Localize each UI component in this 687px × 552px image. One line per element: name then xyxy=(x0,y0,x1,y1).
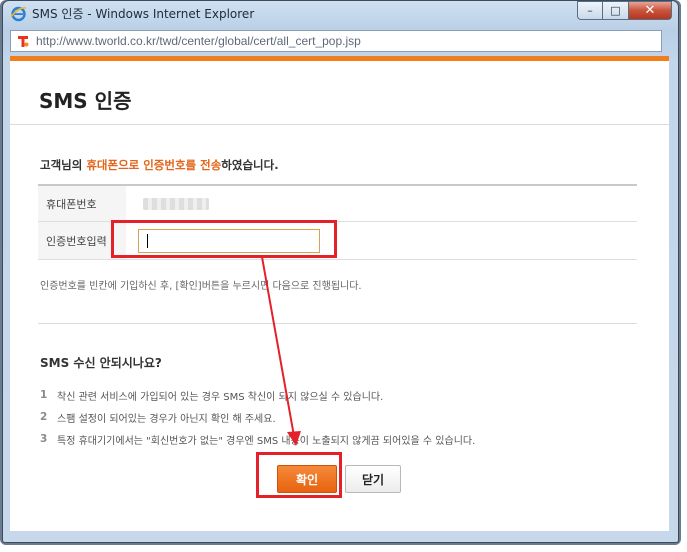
masked-phone-number xyxy=(143,197,209,210)
faq-title: SMS 수신 안되시나요? xyxy=(40,356,162,370)
list-item: 1 착신 관련 서비스에 가입되어 있는 경우 SMS 착신이 되지 않으실 수 … xyxy=(40,384,475,406)
tip-text: 특정 휴대기기에서는 "회신번호가 없는" 경우엔 SMS 내용이 노출되지 않… xyxy=(57,435,476,447)
phone-value xyxy=(126,186,637,221)
notice-prefix: 고객님의 xyxy=(40,158,87,172)
notice-highlight: 휴대폰으로 인증번호를 전송 xyxy=(86,158,222,172)
annotation-box-confirm xyxy=(256,452,342,498)
tip-text: 스팸 설정이 되어있는 경우가 아닌지 확인 해 주세요. xyxy=(57,413,276,425)
ie-logo-icon xyxy=(10,6,27,22)
close-button[interactable]: 닫기 xyxy=(345,465,401,493)
notice-suffix: 하였습니다. xyxy=(221,158,279,172)
tip-number: 2 xyxy=(40,411,48,423)
input-hint: 인증번호를 빈칸에 기입하신 후, [확인]버튼을 누르시면 다음으로 진행됩니… xyxy=(40,281,362,292)
section-divider xyxy=(38,323,637,324)
page-title: SMS 인증 xyxy=(39,89,132,113)
background-ghost-text xyxy=(323,8,553,20)
list-item: 2 스팸 설정이 되어있는 경우가 아닌지 확인 해 주세요. xyxy=(40,406,475,428)
window-title: SMS 인증 - Windows Internet Explorer xyxy=(32,7,255,21)
minimize-button[interactable]: – xyxy=(577,1,603,20)
popup-header: SMS 인증 xyxy=(10,61,669,125)
list-item: 3 특정 휴대기기에서는 "회신번호가 없는" 경우엔 SMS 내용이 노출되지 … xyxy=(40,428,475,450)
tip-number: 3 xyxy=(40,433,48,445)
site-favicon-icon xyxy=(18,36,29,47)
phone-row: 휴대폰번호 xyxy=(38,186,637,222)
window-controls: – □ ✕ xyxy=(577,1,672,21)
tips-list: 1 착신 관련 서비스에 가입되어 있는 경우 SMS 착신이 되지 않으실 수 … xyxy=(40,384,475,450)
maximize-button[interactable]: □ xyxy=(603,1,629,20)
address-bar[interactable]: http://www.tworld.co.kr/twd/center/globa… xyxy=(10,30,662,52)
annotation-box-input xyxy=(111,220,337,258)
title-bar[interactable]: SMS 인증 - Windows Internet Explorer – □ ✕ xyxy=(3,1,678,27)
tip-text: 착신 관련 서비스에 가입되어 있는 경우 SMS 착신이 되지 않으실 수 있… xyxy=(57,391,384,403)
phone-label: 휴대폰번호 xyxy=(38,186,126,221)
sent-notice: 고객님의 휴대폰으로 인증번호를 전송하였습니다. xyxy=(40,157,279,173)
tip-number: 1 xyxy=(40,389,48,401)
address-url: http://www.tworld.co.kr/twd/center/globa… xyxy=(36,34,361,48)
close-window-button[interactable]: ✕ xyxy=(629,1,672,20)
